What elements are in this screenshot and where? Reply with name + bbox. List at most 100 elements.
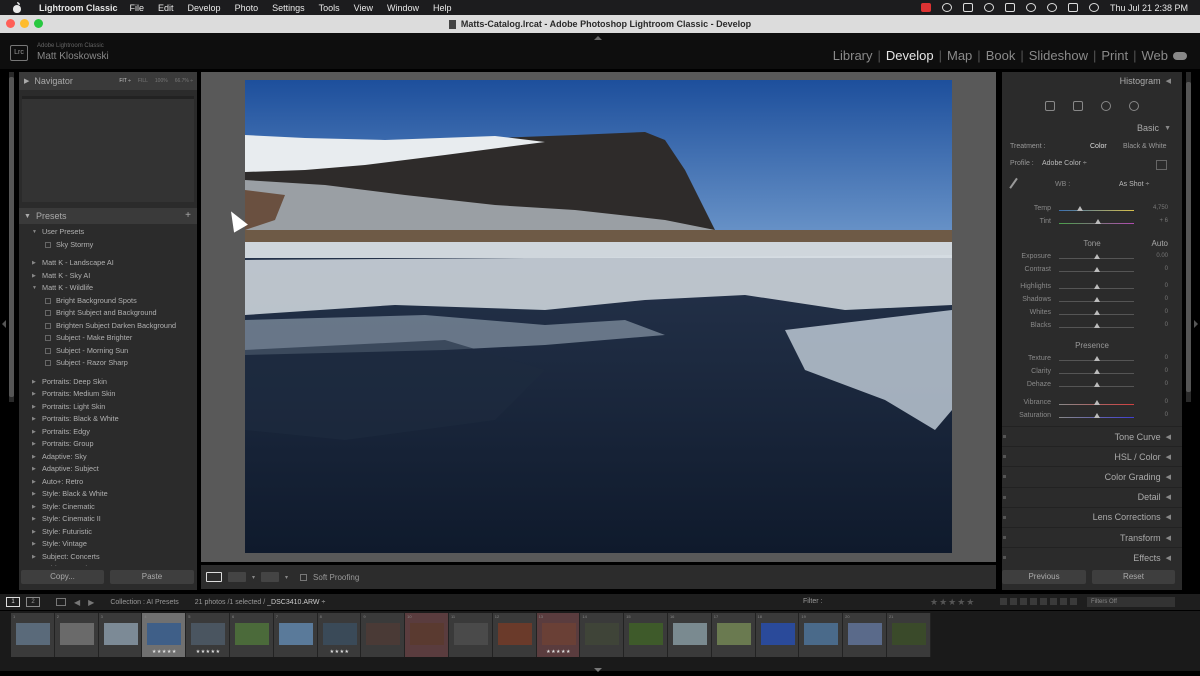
slider-clarity[interactable]: Clarity 0 [1002, 368, 1182, 380]
right-panel-toggle-icon[interactable] [1194, 320, 1198, 328]
chevron-right-icon[interactable]: ▶ [32, 463, 36, 476]
disclosure-triangle-icon[interactable]: ▶ [24, 77, 29, 85]
wb-dropdown[interactable]: As Shot ÷ [1119, 181, 1149, 188]
zoom-option[interactable]: FILL [138, 78, 148, 84]
module-web[interactable]: Web [1142, 48, 1169, 63]
filmstrip-thumbnail[interactable]: 3 [98, 613, 143, 657]
preset-group[interactable]: ▶ Matt K - Sky AI [19, 270, 197, 283]
disclosure-triangle-icon[interactable]: ◀ [1166, 554, 1171, 562]
preset-item[interactable]: Subject - Make Brighter [19, 332, 197, 345]
preset-group[interactable]: ▶ Matt K - Landscape AI [19, 257, 197, 270]
thumbnail-image[interactable] [322, 623, 357, 645]
thumbnail-image[interactable] [59, 623, 94, 645]
color-swatch[interactable] [1040, 598, 1047, 605]
histogram-header[interactable]: Histogram ◀ [1002, 73, 1182, 89]
slider-contrast[interactable]: Contrast 0 [1002, 266, 1182, 278]
thumbnail-image[interactable] [191, 623, 226, 645]
red-eye-icon[interactable] [1101, 101, 1111, 111]
module-library[interactable]: Library [833, 48, 873, 63]
slider-knob[interactable] [1093, 356, 1100, 361]
rating-filter[interactable]: ★★★★★ [930, 594, 975, 610]
thumbnail-image[interactable] [278, 623, 313, 645]
thumbnail-image[interactable] [410, 623, 445, 645]
chevron-down-icon[interactable]: ▾ [285, 574, 288, 581]
thumbnail-image[interactable] [672, 623, 707, 645]
chevron-right-icon[interactable]: ▶ [32, 476, 36, 489]
slider-texture[interactable]: Texture 0 [1002, 355, 1182, 367]
scrollbar-thumb[interactable] [1186, 82, 1191, 392]
preset-item[interactable]: Subject - Morning Sun [19, 345, 197, 358]
chevron-right-icon[interactable]: ▶ [32, 376, 36, 389]
color-swatch[interactable] [1000, 598, 1007, 605]
preset-group[interactable]: ▶ Style: Black & White [19, 488, 197, 501]
slider-value[interactable]: 0 [1165, 266, 1168, 272]
preset-group[interactable]: ▼ Matt K - Wildlife [19, 282, 197, 295]
paste-settings-button[interactable]: Paste [110, 570, 194, 584]
section-transform[interactable]: Transform ◀ [1002, 527, 1182, 547]
secondary-window-button[interactable]: 2 [26, 597, 40, 607]
filmstrip-thumbnail[interactable]: 16 [667, 613, 712, 657]
preset-item[interactable]: Brighten Subject Darken Background [19, 320, 197, 333]
filmstrip-thumbnail[interactable]: 10 [405, 613, 449, 657]
slider-knob[interactable] [1077, 206, 1083, 211]
module-develop[interactable]: Develop [886, 48, 934, 63]
chevron-right-icon[interactable]: ▶ [32, 538, 36, 551]
color-label-filters[interactable] [1000, 598, 1077, 605]
slider-value[interactable]: 0.00 [1156, 253, 1168, 259]
slider-value[interactable]: 0 [1165, 309, 1168, 315]
control-center-icon[interactable] [1067, 3, 1078, 12]
auto-tone-button[interactable]: Auto [1152, 239, 1168, 248]
preset-group[interactable]: ▶ Subject: Food [19, 563, 197, 566]
crop-tool-icon[interactable] [1045, 101, 1055, 111]
thumbnail-image[interactable] [147, 623, 182, 645]
section-lens-corrections[interactable]: Lens Corrections ◀ [1002, 506, 1182, 527]
preset-group[interactable]: ▶ Style: Futuristic [19, 526, 197, 539]
slider-knob[interactable] [1093, 267, 1100, 272]
close-window-button[interactable] [6, 19, 15, 28]
preset-group[interactable]: ▶ Adaptive: Subject [19, 463, 197, 476]
color-swatch[interactable] [1030, 598, 1037, 605]
slider-value[interactable]: 0 [1165, 399, 1168, 405]
preset-item[interactable]: Sky Stormy [19, 239, 197, 252]
section-color-grading[interactable]: Color Grading ◀ [1002, 466, 1182, 487]
display-icon[interactable] [962, 3, 973, 12]
filmstrip-thumbnail[interactable]: 19 [799, 613, 844, 657]
menu-app-name[interactable]: Lightroom Classic [39, 3, 118, 13]
chevron-right-icon[interactable]: ▶ [32, 563, 36, 566]
preset-group[interactable]: ▶ Style: Vintage [19, 538, 197, 551]
slider-value[interactable]: 0 [1165, 283, 1168, 289]
apple-icon[interactable] [11, 2, 23, 13]
disclosure-triangle-icon[interactable]: ◀ [1166, 77, 1171, 85]
zoom-option[interactable]: FIT ÷ [119, 78, 131, 84]
filters-off-dropdown[interactable]: Filters Off [1087, 597, 1175, 607]
record-icon[interactable] [920, 3, 931, 12]
slider-value[interactable]: 0 [1165, 355, 1168, 361]
filmstrip-thumbnail[interactable]: 13 ★★★★★ [536, 613, 581, 657]
reset-button[interactable]: Reset [1092, 570, 1175, 584]
slider-value[interactable]: 0 [1165, 296, 1168, 302]
grid-view-icon[interactable] [56, 598, 66, 606]
preset-group[interactable]: ▶ Portraits: Light Skin [19, 401, 197, 414]
color-swatch[interactable] [1070, 598, 1077, 605]
minimize-window-button[interactable] [20, 19, 29, 28]
disclosure-triangle-icon[interactable]: ▼ [24, 213, 31, 220]
right-panel-scrollbar[interactable] [1186, 72, 1191, 402]
eyedropper-icon[interactable] [1009, 177, 1023, 193]
slider-dehaze[interactable]: Dehaze 0 [1002, 381, 1182, 393]
slider-knob[interactable] [1093, 400, 1100, 405]
before-after-icon[interactable] [228, 572, 246, 582]
preset-item[interactable]: Bright Subject and Background [19, 307, 197, 320]
thumbnail-image[interactable] [760, 623, 795, 645]
chevron-right-icon[interactable]: ▶ [32, 513, 36, 526]
filmstrip-thumbnail[interactable]: 9 [361, 613, 406, 657]
filmstrip-thumbnail[interactable]: 14 [580, 613, 625, 657]
preset-group[interactable]: ▶ Subject: Concerts [19, 551, 197, 564]
filmstrip-thumbnail[interactable]: 8 ★★★★ [317, 613, 362, 657]
thumbnail-image[interactable] [891, 623, 926, 645]
slider-highlights[interactable]: Highlights 0 [1002, 283, 1182, 295]
module-slideshow[interactable]: Slideshow [1029, 48, 1088, 63]
cloud-sync-icon[interactable] [1173, 52, 1187, 60]
zoom-option[interactable]: 100% [155, 78, 168, 84]
presets-header[interactable]: ▼ Presets + [19, 208, 197, 224]
preset-group[interactable]: ▶ Style: Cinematic [19, 501, 197, 514]
